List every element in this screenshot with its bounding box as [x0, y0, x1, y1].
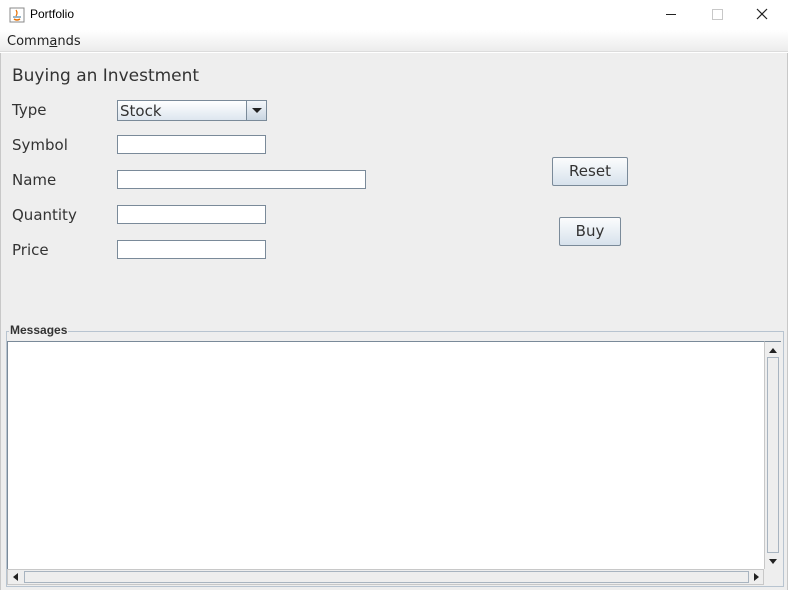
maximize-button[interactable]	[694, 0, 740, 30]
vertical-scrollbar[interactable]	[764, 341, 781, 569]
name-label: Name	[12, 171, 57, 189]
scroll-right-icon[interactable]	[749, 570, 763, 584]
window-title: Portfolio	[30, 7, 75, 21]
quantity-input[interactable]	[117, 205, 266, 224]
messages-textarea[interactable]	[7, 341, 764, 569]
form-heading: Buying an Investment	[12, 66, 200, 86]
price-input[interactable]	[117, 240, 266, 259]
scroll-corner	[764, 569, 781, 585]
horizontal-scroll-track[interactable]	[24, 571, 749, 583]
reset-button[interactable]: Reset	[552, 157, 628, 186]
menu-bar: Commands	[0, 30, 788, 52]
messages-title: Messages	[9, 323, 69, 337]
maximize-icon	[712, 9, 723, 20]
close-icon	[756, 8, 768, 20]
type-combobox-value: Stock	[120, 102, 162, 120]
name-input[interactable]	[117, 170, 366, 189]
type-label: Type	[12, 101, 47, 119]
main-panel: Buying an Investment Type Stock Symbol N…	[0, 53, 788, 590]
horizontal-scrollbar[interactable]	[7, 569, 764, 585]
type-combobox[interactable]: Stock	[117, 100, 267, 121]
symbol-input[interactable]	[117, 135, 266, 154]
quantity-label: Quantity	[12, 206, 77, 224]
price-label: Price	[12, 241, 49, 259]
vertical-scroll-track[interactable]	[767, 357, 779, 553]
scroll-down-icon[interactable]	[765, 554, 781, 568]
scroll-up-icon[interactable]	[765, 343, 781, 357]
scroll-left-icon[interactable]	[9, 570, 23, 584]
symbol-label: Symbol	[12, 136, 68, 154]
combobox-arrow-button[interactable]	[246, 101, 266, 120]
close-button[interactable]	[740, 0, 786, 30]
buy-button[interactable]: Buy	[559, 217, 621, 246]
java-icon	[9, 7, 25, 23]
chevron-down-icon	[252, 108, 262, 113]
minimize-button[interactable]	[648, 0, 694, 30]
title-bar: Portfolio	[0, 0, 788, 30]
minimize-icon	[666, 14, 676, 15]
menu-commands[interactable]: Commands	[7, 34, 81, 49]
